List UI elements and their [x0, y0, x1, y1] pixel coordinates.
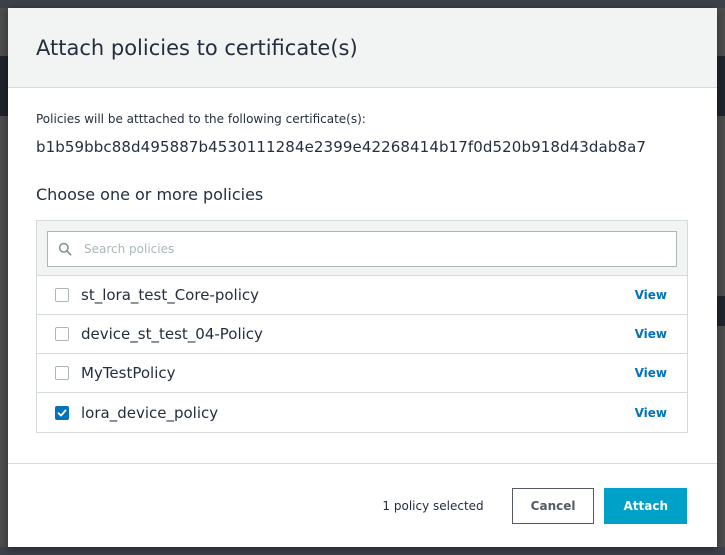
policy-checkbox[interactable]: [55, 405, 69, 420]
policy-name: MyTestPolicy: [81, 364, 176, 382]
search-icon: [58, 242, 72, 256]
view-link[interactable]: View: [635, 288, 667, 302]
attach-button[interactable]: Attach: [604, 487, 687, 524]
policy-name: st_lora_test_Core-policy: [81, 286, 259, 304]
policy-list-panel: st_lora_test_Core-policy View device_st_…: [36, 220, 688, 433]
backdrop-bottom: [0, 547, 725, 555]
policy-checkbox[interactable]: [55, 327, 69, 341]
attach-note: Policies will be atttached to the follow…: [36, 112, 366, 126]
choose-policies-label: Choose one or more policies: [36, 185, 264, 204]
policy-name: device_st_test_04-Policy: [81, 325, 263, 343]
view-link[interactable]: View: [635, 406, 667, 420]
policy-row[interactable]: MyTestPolicy View: [37, 354, 687, 393]
policy-row[interactable]: device_st_test_04-Policy View: [37, 315, 687, 354]
modal-title: Attach policies to certificate(s): [36, 35, 358, 60]
search-wrap: [37, 221, 687, 276]
selected-count: 1 policy selected: [382, 498, 484, 513]
certificate-id: b1b59bbc88d495887b4530111284e2399e422684…: [36, 138, 647, 156]
modal-body: Policies will be atttached to the follow…: [8, 88, 717, 433]
policy-checkbox[interactable]: [55, 288, 69, 302]
policy-checkbox[interactable]: [55, 366, 69, 380]
search-input[interactable]: [82, 241, 676, 257]
attach-policies-modal: Attach policies to certificate(s) Polici…: [8, 8, 717, 547]
modal-footer: 1 policy selected Cancel Attach: [8, 463, 717, 547]
policy-name: lora_device_policy: [81, 403, 219, 422]
cancel-button[interactable]: Cancel: [511, 487, 595, 524]
backdrop-chip: [717, 296, 725, 326]
view-link[interactable]: View: [635, 327, 667, 341]
policy-row[interactable]: lora_device_policy View: [37, 393, 687, 432]
view-link[interactable]: View: [635, 366, 667, 380]
search-box[interactable]: [47, 231, 677, 267]
backdrop-top: [0, 0, 725, 8]
checkmark-icon: [57, 409, 67, 416]
modal-header: Attach policies to certificate(s): [8, 8, 717, 88]
policy-row[interactable]: st_lora_test_Core-policy View: [37, 276, 687, 315]
